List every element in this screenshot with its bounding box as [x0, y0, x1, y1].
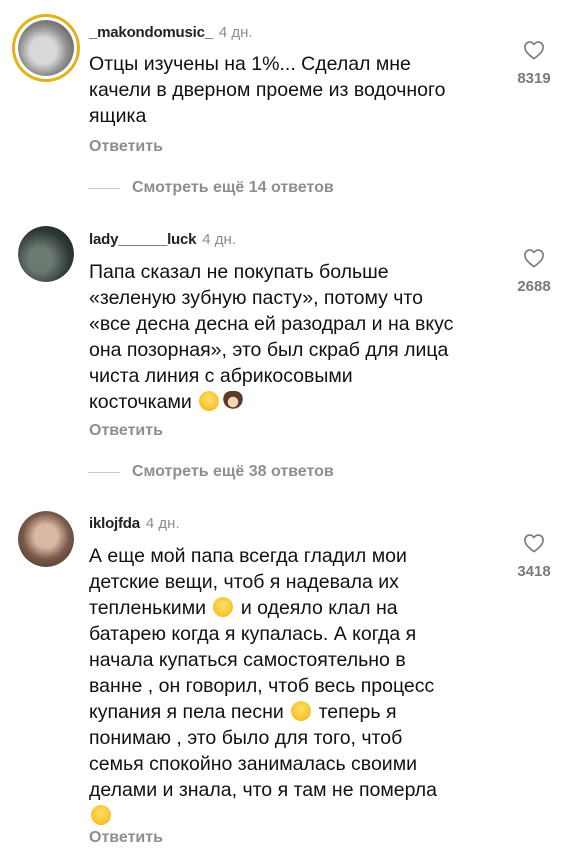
comment-line: купания я пела песни	[89, 701, 284, 723]
comment-line: начала купаться самостоятельно в	[89, 649, 406, 671]
comment-line: понимаю , это было для того, чтоб	[89, 727, 403, 749]
comment-line: косточками	[89, 391, 192, 413]
like-count: 8319	[517, 70, 551, 87]
view-replies-label: Смотреть ещё 14 ответов	[132, 179, 334, 196]
avatar[interactable]	[18, 20, 74, 76]
reply-button[interactable]: Ответить	[89, 138, 163, 156]
username[interactable]: _makondomusic_	[89, 24, 213, 41]
woman-emoji-icon	[223, 391, 244, 411]
comment-line: качели в дверном проеме из водочного	[89, 79, 446, 101]
like-button[interactable]: 2688	[514, 248, 554, 295]
view-replies-button[interactable]: Смотреть ещё 14 ответов	[88, 178, 334, 198]
like-count: 3418	[517, 563, 551, 580]
comment-line: делами и знала, что я там не померла	[89, 779, 438, 801]
smiling-emoji-icon	[213, 597, 234, 617]
reply-button[interactable]: Ответить	[89, 422, 163, 440]
comment-meta: iklojfda 4 дн.	[89, 515, 180, 532]
comment-text: А еще мой папа всегда гладил мои детские…	[89, 543, 509, 829]
comment-line: ванне , он говорил, чтоб весь процесс	[89, 675, 435, 697]
comment-line: А еще мой папа всегда гладил мои	[89, 545, 407, 567]
comment-line: детские вещи, чтоб я надевала их	[89, 571, 399, 593]
username[interactable]: lady______luck	[89, 231, 196, 248]
comment-line-with-emoji: косточками	[89, 389, 509, 415]
laughing-emoji-icon	[291, 701, 312, 721]
comment-line: она позорная», это был скраб для лица	[89, 339, 449, 361]
comment-line: «зеленую зубную пасту», потому что	[89, 287, 423, 309]
heart-outline-icon	[524, 249, 544, 268]
view-replies-label: Смотреть ещё 38 ответов	[132, 463, 334, 480]
comment-text: Отцы изучены на 1%... Сделал мне качели …	[89, 51, 509, 129]
comment-line: семья спокойно занималась своими	[89, 753, 417, 775]
heart-outline-icon	[524, 41, 544, 60]
comment-line-with-emoji: купания я пела песни теперь я	[89, 699, 509, 725]
timestamp: 4 дн.	[145, 515, 180, 532]
heart-outline-icon	[524, 534, 544, 553]
comment-line: батарею когда я купалась. А когда я	[89, 623, 417, 645]
reply-button[interactable]: Ответить	[89, 829, 163, 847]
comment-line: и одеяло клал на	[240, 597, 398, 619]
timestamp: 4 дн.	[218, 24, 253, 41]
avatar[interactable]	[18, 226, 74, 282]
avatar[interactable]	[18, 511, 74, 567]
view-replies-button[interactable]: Смотреть ещё 38 ответов	[88, 462, 334, 482]
like-button[interactable]: 8319	[514, 40, 554, 87]
comment-line-with-emoji: тепленькими и одеяло клал на	[89, 595, 509, 621]
comment-text: Папа сказал не покупать больше «зеленую …	[89, 259, 509, 415]
username[interactable]: iklojfda	[89, 515, 140, 532]
comment-line: «все десна десна ей разодрал и на вкус	[89, 313, 454, 335]
comment-line: тепленькими	[89, 597, 206, 619]
divider	[88, 187, 120, 189]
laughing-emoji-icon	[91, 805, 111, 825]
comment-meta: _makondomusic_ 4 дн.	[89, 24, 253, 41]
comment-line: Папа сказал не покупать больше	[89, 261, 389, 283]
comment-line-with-emoji	[89, 803, 509, 829]
laughing-emoji-icon	[199, 391, 220, 411]
comment-line: теперь я	[318, 701, 397, 723]
timestamp: 4 дн.	[202, 231, 237, 248]
divider	[88, 471, 120, 473]
comment-line: Отцы изучены на 1%... Сделал мне	[89, 53, 411, 75]
comment-line: чиста линия с абрикосовыми	[89, 365, 353, 387]
comment-meta: lady______luck 4 дн.	[89, 231, 236, 248]
comment-line: ящика	[89, 105, 147, 127]
like-count: 2688	[517, 278, 551, 295]
like-button[interactable]: 3418	[514, 533, 554, 580]
